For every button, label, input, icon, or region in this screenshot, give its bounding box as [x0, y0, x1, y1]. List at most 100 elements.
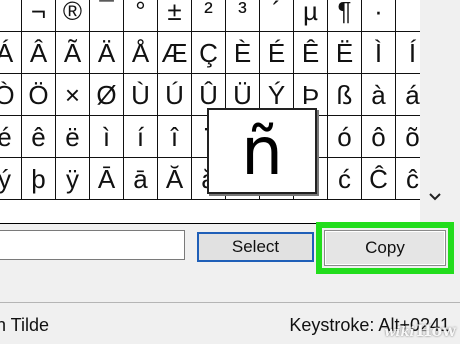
- character-glyph: ²: [204, 0, 213, 26]
- character-cell[interactable]: Ă: [158, 158, 192, 200]
- character-cell[interactable]: ā: [124, 158, 158, 200]
- character-cell[interactable]: ¯: [90, 0, 124, 32]
- copy-button-label: Copy: [365, 238, 405, 257]
- chevron-down-icon: [429, 193, 441, 201]
- character-cell[interactable]: ´: [260, 0, 294, 32]
- character-cell[interactable]: ³: [226, 0, 260, 32]
- character-cell[interactable]: Ā: [90, 158, 124, 200]
- character-cell[interactable]: È: [226, 32, 260, 74]
- character-glyph: á: [405, 79, 420, 110]
- character-glyph: Ä: [97, 37, 116, 68]
- character-cell[interactable]: Ê: [294, 32, 328, 74]
- character-cell[interactable]: ì: [90, 116, 124, 158]
- character-cell[interactable]: Ç: [192, 32, 226, 74]
- character-cell[interactable]: Ø: [90, 74, 124, 116]
- character-cell[interactable]: á: [396, 74, 420, 116]
- character-cell[interactable]: ×: [56, 74, 90, 116]
- character-cell[interactable]: Ù: [124, 74, 158, 116]
- character-cell[interactable]: Ĉ: [362, 158, 396, 200]
- character-cell[interactable]: ·: [362, 0, 396, 32]
- character-glyph: È: [233, 37, 252, 68]
- character-glyph: ß: [336, 79, 353, 110]
- character-cell[interactable]: Ö: [22, 74, 56, 116]
- character-cell[interactable]: ®: [56, 0, 90, 32]
- character-cell[interactable]: ë: [56, 116, 90, 158]
- character-cell[interactable]: Å: [124, 32, 158, 74]
- character-glyph: ó: [337, 121, 352, 152]
- character-cell[interactable]: Ã: [56, 32, 90, 74]
- character-glyph: Ç: [199, 37, 218, 68]
- character-cell[interactable]: ß: [328, 74, 362, 116]
- watermark-part1: wiki: [384, 325, 415, 340]
- character-glyph: ³: [238, 0, 247, 26]
- character-glyph: Ú: [165, 79, 184, 110]
- characters-to-copy-field[interactable]: [0, 230, 185, 260]
- character-glyph: ÿ: [66, 163, 79, 194]
- character-cell[interactable]: ĉ: [396, 158, 420, 200]
- character-cell[interactable]: î: [158, 116, 192, 158]
- character-cell[interactable]: [396, 0, 420, 32]
- character-glyph: ô: [371, 121, 386, 152]
- character-glyph: î: [170, 121, 179, 152]
- character-cell[interactable]: Í: [396, 32, 420, 74]
- character-cell[interactable]: ±: [158, 0, 192, 32]
- character-glyph: µ: [303, 0, 318, 26]
- character-glyph: í: [136, 121, 145, 152]
- character-cell[interactable]: Ä: [90, 32, 124, 74]
- scroll-down-button[interactable]: [424, 186, 446, 208]
- character-glyph: ±: [167, 0, 182, 26]
- character-glyph: ¶: [337, 0, 352, 26]
- character-cell[interactable]: ²: [192, 0, 226, 32]
- character-cell[interactable]: Ì: [362, 32, 396, 74]
- character-glyph: ì: [102, 121, 111, 152]
- character-cell[interactable]: É: [260, 32, 294, 74]
- select-button[interactable]: Select: [197, 232, 314, 262]
- character-cell[interactable]: Ë: [328, 32, 362, 74]
- character-cell[interactable]: Â: [22, 32, 56, 74]
- character-cell[interactable]: à: [362, 74, 396, 116]
- character-cell[interactable]: [0, 0, 22, 32]
- watermark-part2: How: [416, 321, 456, 340]
- character-glyph: Ù: [131, 79, 150, 110]
- character-glyph: Æ: [161, 37, 188, 68]
- character-glyph: Ý: [267, 79, 286, 110]
- character-cell[interactable]: ÿ: [56, 158, 90, 200]
- character-glyph: ´: [272, 0, 281, 26]
- zoomed-character: ñ: [241, 112, 283, 190]
- character-glyph: Á: [0, 40, 13, 66]
- character-cell[interactable]: Ú: [158, 74, 192, 116]
- character-cell[interactable]: ô: [362, 116, 396, 158]
- character-glyph: ¬: [30, 0, 47, 26]
- character-glyph: ĉ: [406, 163, 419, 194]
- character-cell[interactable]: ó: [328, 116, 362, 158]
- character-glyph: Ă: [165, 163, 184, 194]
- character-cell[interactable]: é: [0, 116, 22, 158]
- character-cell[interactable]: ć: [328, 158, 362, 200]
- character-cell[interactable]: í: [124, 116, 158, 158]
- character-cell[interactable]: ê: [22, 116, 56, 158]
- character-glyph: Ã: [63, 37, 82, 68]
- character-glyph: þ: [31, 163, 46, 194]
- character-glyph: É: [267, 37, 286, 68]
- character-glyph: Ā: [97, 163, 116, 194]
- character-cell[interactable]: µ: [294, 0, 328, 32]
- character-cell[interactable]: ¶: [328, 0, 362, 32]
- character-cell[interactable]: Ò: [0, 74, 22, 116]
- character-cell[interactable]: °: [124, 0, 158, 32]
- character-glyph: Û: [199, 79, 218, 110]
- copy-button[interactable]: Copy: [324, 230, 446, 266]
- character-glyph: Å: [131, 37, 150, 68]
- character-glyph: Ì: [374, 37, 383, 68]
- character-glyph: Ü: [233, 79, 252, 110]
- character-glyph: Í: [408, 37, 417, 68]
- character-glyph: ë: [65, 121, 80, 152]
- character-cell[interactable]: Æ: [158, 32, 192, 74]
- character-glyph: à: [371, 79, 386, 110]
- character-glyph: ·: [374, 0, 383, 26]
- character-cell[interactable]: ¬: [22, 0, 56, 32]
- character-glyph: Ö: [28, 79, 49, 110]
- character-cell[interactable]: ý: [0, 158, 22, 200]
- character-cell[interactable]: þ: [22, 158, 56, 200]
- character-cell[interactable]: Á: [0, 32, 22, 74]
- character-cell[interactable]: õ: [396, 116, 420, 158]
